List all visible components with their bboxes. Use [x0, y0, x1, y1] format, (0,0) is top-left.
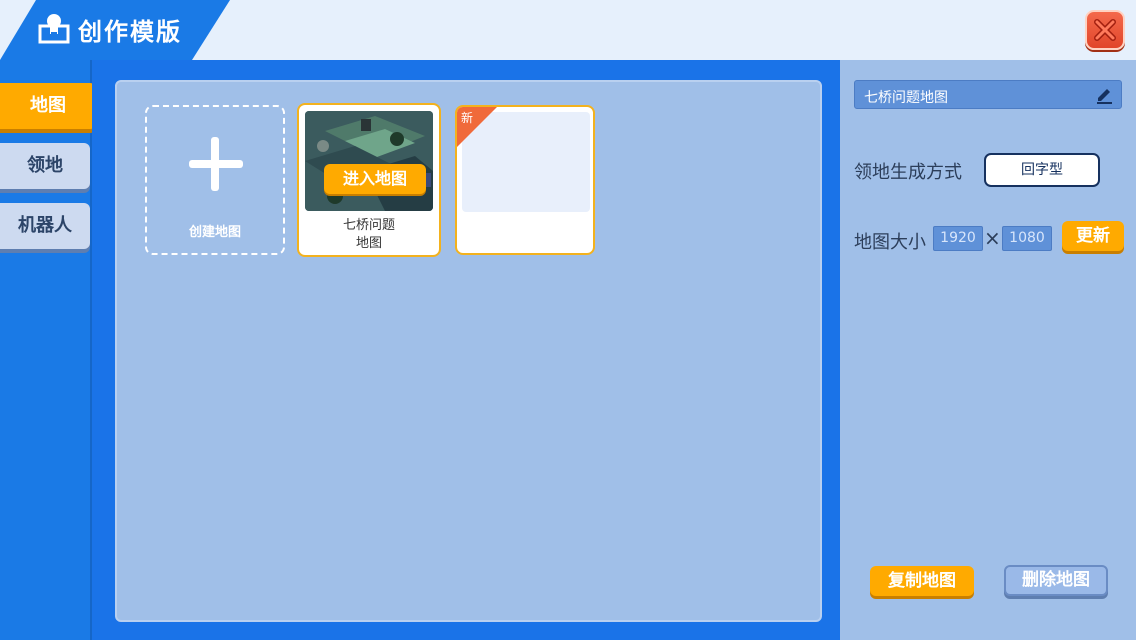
map-name-value: 七桥问题地图 — [864, 90, 948, 106]
bulb-box-icon — [38, 14, 70, 44]
pencil-icon[interactable] — [1095, 87, 1113, 105]
create-map-label: 创建地图 — [188, 225, 241, 240]
page-title: 创作模版 — [78, 18, 182, 46]
map-name-field[interactable]: 七桥问题地图 — [854, 80, 1122, 109]
map-card-name-line2: 地图 — [355, 236, 382, 251]
map-size-label: 地图大小 — [854, 232, 926, 253]
map-card[interactable]: 进入地图 七桥问题 地图 — [297, 103, 441, 257]
copy-map-button[interactable]: 复制地图 — [870, 566, 974, 596]
sidebar-item-robot[interactable]: 机器人 — [0, 203, 90, 249]
properties-panel — [840, 60, 1136, 640]
map-width-input[interactable]: 1920 — [933, 226, 983, 251]
update-button[interactable]: 更新 — [1062, 221, 1124, 251]
generation-mode-label: 领地生成方式 — [854, 162, 962, 183]
map-thumbnail: 进入地图 — [305, 111, 433, 211]
new-badge: 新 — [461, 111, 474, 125]
close-icon — [1094, 19, 1116, 41]
header-bar: 创作模版 — [0, 0, 1136, 60]
enter-map-button[interactable]: 进入地图 — [324, 164, 426, 194]
create-map-card[interactable]: 创建地图 — [145, 105, 285, 255]
new-map-card[interactable]: 新 — [455, 105, 595, 255]
map-card-name-line1: 七桥问题 — [342, 218, 395, 233]
close-button[interactable] — [1085, 10, 1125, 50]
map-height-input[interactable]: 1080 — [1002, 226, 1052, 251]
times-sign: × — [984, 226, 1001, 250]
sidebar-item-territory[interactable]: 领地 — [0, 143, 90, 189]
delete-map-button[interactable]: 删除地图 — [1004, 565, 1108, 596]
map-card-name: 七桥问题 地图 — [299, 217, 439, 253]
generation-mode-select[interactable]: 回字型 — [984, 153, 1100, 187]
sidebar-item-map[interactable]: 地图 — [0, 83, 96, 129]
new-map-thumbnail — [462, 112, 590, 212]
map-thumbnail-image — [305, 111, 433, 211]
plus-icon — [189, 137, 243, 191]
